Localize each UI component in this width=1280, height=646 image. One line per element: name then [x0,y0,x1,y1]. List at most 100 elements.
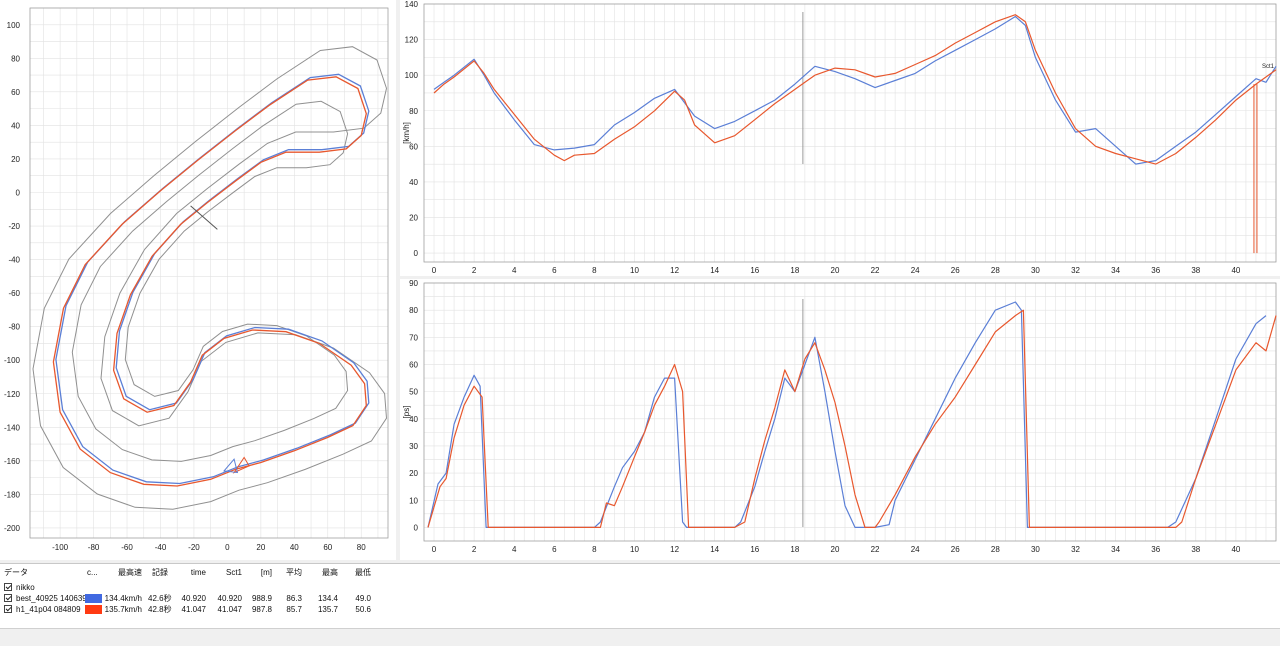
x-tick-label: 32 [1071,545,1080,554]
x-tick-label: 22 [871,266,880,275]
series-checkbox[interactable] [4,605,12,613]
y-tick-label: -60 [8,289,20,298]
track-map-panel[interactable]: 100 80 60 40 20 0 -20 -40 -60 -80 -100 -120 -140 -160… [0,0,396,560]
y-tick-label: 0 [16,188,21,197]
header-max[interactable]: 最高 [310,567,338,578]
y-tick-label: 60 [11,88,20,97]
legend-row[interactable]: best_40925 140639 134.4km/h 42.6秒 40.920… [0,593,380,604]
header-time[interactable]: time [180,567,206,578]
x-tick-label: 38 [1191,545,1200,554]
header-min[interactable]: 最低 [343,567,371,578]
x-tick-label: 60 [323,543,332,552]
series-sct1: 41.047 [217,605,242,614]
series-max-speed: 135.7km/h [104,605,142,614]
x-tick-label: 38 [1191,266,1200,275]
y-tick-label: 30 [409,442,418,451]
y-tick-label: 80 [409,306,418,315]
power-chart[interactable]: 90807060504030201000 2 4 6 8 10 12 14 16 18 20 22 24… [400,279,1280,560]
x-tick-label: 32 [1071,266,1080,275]
x-tick-label: 4 [512,266,517,275]
x-tick-label: 0 [432,545,437,554]
x-tick-label: 0 [432,266,437,275]
group-checkbox[interactable] [4,583,12,591]
header-record[interactable]: 記録 [152,567,168,578]
series-color-swatch[interactable] [85,605,102,614]
header-average[interactable]: 平均 [276,567,302,578]
sector-marker-label: Sct1 [1262,64,1275,70]
x-tick-label: 30 [1031,545,1040,554]
x-tick-label: 10 [630,545,639,554]
x-tick-label: 18 [790,266,799,275]
series-max-speed: 134.4km/h [104,594,142,603]
y-tick-label: 120 [405,36,419,45]
x-tick-label: 40 [1231,266,1240,275]
speed-chart[interactable]: 1401201008060402000 2 4 6 8 10 12 14 16 18 20 22 24 2… [400,0,1280,276]
series-checkbox[interactable] [4,594,12,602]
legend-row[interactable]: h1_41p04 084809 135.7km/h 42.8秒 41.047 4… [0,604,380,615]
y-tick-label: 70 [409,333,418,342]
data-legend-table: データ c... 最高速 記録 time Sct1 [m] 平均 最高 最低 n… [0,563,1280,629]
x-tick-label: 34 [1111,545,1120,554]
series-record: 42.8秒 [148,605,172,614]
y-tick-label: 60 [409,360,418,369]
y-axis-label: [km/h] [402,122,411,144]
x-tick-label: 12 [670,266,679,275]
x-tick-label: 22 [871,545,880,554]
y-tick-label: -40 [8,256,20,265]
x-tick-label: 2 [472,545,477,554]
y-tick-label: -140 [4,423,21,432]
plot-area [424,4,1276,262]
header-max-speed[interactable]: 最高速 [108,567,142,578]
y-tick-label: 0 [414,523,419,532]
x-tick-label: -40 [155,543,167,552]
series-average: 86.3 [286,594,302,603]
x-tick-label: 24 [911,266,920,275]
x-tick-label: 20 [256,543,265,552]
x-tick-label: 36 [1151,266,1160,275]
x-tick-label: 30 [1031,266,1040,275]
y-tick-label: 80 [409,107,418,116]
series-average: 85.7 [286,605,302,614]
legend-header-row: データ c... 最高速 記録 time Sct1 [m] 平均 最高 最低 [0,567,380,578]
y-tick-label: 100 [405,71,419,80]
x-tick-label: 16 [750,545,759,554]
x-tick-label: 2 [472,266,477,275]
x-tick-label: -20 [188,543,200,552]
track-map[interactable]: 100 80 60 40 20 0 -20 -40 -60 -80 -100 -120 -140 -160… [0,0,396,560]
x-tick-label: 40 [290,543,299,552]
power-chart-panel[interactable]: 90 80 70 60 50 40 30 20 10 0 0 2 4 6 8 10 12 14 16 18 20 22 24… [400,279,1280,560]
x-tick-label: 28 [991,266,1000,275]
x-tick-label: 6 [552,266,557,275]
y-tick-label: -80 [8,323,20,332]
y-tick-label: 40 [11,121,20,130]
y-tick-label: 0 [414,249,419,258]
x-tick-label: 34 [1111,266,1120,275]
legend-group-row[interactable]: nikko [0,582,380,593]
y-tick-label: -120 [4,390,21,399]
x-tick-label: 40 [1231,545,1240,554]
y-tick-label: 140 [405,0,419,9]
speed-chart-panel[interactable]: 140 120 100 80 60 40 20 0 0 2 4 6 8 10 12 14 16 18 20 22 24 2… [400,0,1280,276]
x-tick-label: 26 [951,545,960,554]
telemetry-app: 100 80 60 40 20 0 -20 -40 -60 -80 -100 -120 -140 -160… [0,0,1280,646]
header-data[interactable]: データ [4,567,28,578]
y-tick-label: 80 [11,54,20,63]
header-distance[interactable]: [m] [248,567,272,578]
series-distance: 988.9 [251,594,272,603]
series-color-swatch[interactable] [85,594,102,603]
group-name: nikko [16,583,35,592]
plot-area [424,283,1276,541]
y-tick-label: 20 [409,214,418,223]
series-max: 134.4 [317,594,338,603]
x-tick-label: 16 [750,266,759,275]
series-min: 49.0 [355,594,371,603]
y-tick-label: 50 [409,388,418,397]
y-tick-label: -20 [8,222,20,231]
header-color[interactable]: c... [87,567,98,578]
x-tick-label: 8 [592,545,597,554]
header-sct1[interactable]: Sct1 [214,567,242,578]
series-name: h1_41p04 084809 [16,605,81,614]
x-tick-label: 20 [831,266,840,275]
y-tick-label: -100 [4,356,21,365]
x-tick-label: 20 [831,545,840,554]
